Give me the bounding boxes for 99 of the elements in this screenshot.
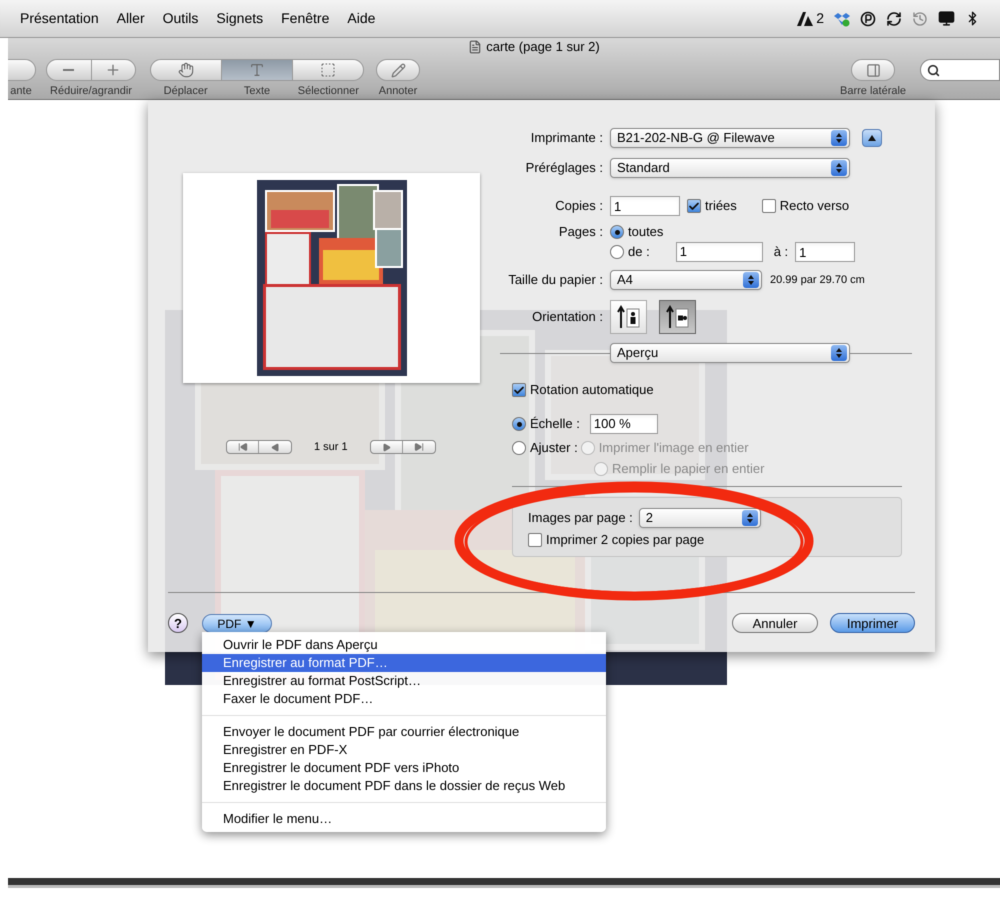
- menu-item[interactable]: Enregistrer en PDF-X: [202, 741, 606, 759]
- text-tool-icon: [249, 62, 265, 78]
- tool-segment[interactable]: [221, 60, 292, 80]
- toolbar-label: Annoter: [378, 84, 418, 99]
- radio-label: de :: [628, 243, 650, 262]
- first-page-icon: [238, 442, 248, 452]
- logo-icon: [797, 12, 814, 26]
- radio-button[interactable]: [610, 225, 624, 239]
- portrait-icon: [616, 305, 642, 329]
- search-icon: [927, 64, 940, 76]
- panel-popup[interactable]: Aperçu: [610, 343, 850, 363]
- landscape-icon: [664, 305, 690, 329]
- stepper-icon: [742, 510, 758, 526]
- sidebar-button[interactable]: [851, 59, 896, 81]
- toolbar-button[interactable]: [8, 59, 36, 81]
- paper-size-popup[interactable]: A4: [610, 270, 762, 290]
- scale-field[interactable]: 100 %: [590, 414, 658, 434]
- menu-item[interactable]: Enregistrer le document PDF vers iPhoto: [202, 759, 606, 777]
- to-page-field[interactable]: 1: [795, 242, 856, 262]
- copies-field[interactable]: 1: [610, 196, 680, 216]
- checkbox[interactable]: [528, 533, 542, 547]
- left-triangle-icon: [270, 442, 280, 452]
- menu-item[interactable]: Outils: [162, 8, 198, 29]
- field-label: Orientation :: [531, 308, 603, 326]
- field-label: Taille du papier :: [507, 271, 603, 290]
- annotate-button[interactable]: [376, 59, 420, 81]
- menu-item[interactable]: Enregistrer le document PDF dans le dossier de reçus Web: [202, 777, 606, 795]
- menu-item[interactable]: Aide: [347, 8, 376, 29]
- menu-item[interactable]: Enregistrer au format PDF…: [202, 654, 606, 672]
- checkbox-label: Imprimer 2 copies par page: [546, 531, 704, 550]
- menu-item[interactable]: Enregistrer au format PostScript…: [202, 672, 606, 690]
- field-label: Imprimante :: [530, 129, 603, 148]
- stepper-icon: [831, 130, 847, 146]
- radio-label: Remplir le papier en entier: [612, 460, 764, 478]
- orientation-button[interactable]: [659, 300, 696, 334]
- up-triangle-icon: [868, 135, 876, 141]
- toolbar-label: ante: [10, 84, 32, 99]
- menu-item[interactable]: Signets: [216, 8, 264, 29]
- field-label: Images par page :: [528, 509, 633, 528]
- sync-icon[interactable]: [886, 10, 902, 26]
- hand-icon: [178, 62, 194, 78]
- right-triangle-icon: [382, 442, 391, 452]
- field-label: Copies :: [554, 197, 603, 216]
- field-label: à :: [774, 243, 788, 262]
- last-page-icon: [414, 442, 424, 452]
- menu-item[interactable]: Fenêtre: [281, 8, 330, 29]
- toolbar-label: Réduire/agrandir: [50, 84, 132, 99]
- cancel-button[interactable]: Annuler: [732, 613, 818, 633]
- window-title: carte (page 1 sur 2): [486, 38, 600, 56]
- radio-label: Imprimer l'image en entier: [598, 439, 749, 458]
- page-indicator: 1 sur 1: [314, 440, 348, 455]
- search-field[interactable]: [920, 59, 1000, 81]
- field-label: Pages :: [558, 223, 603, 242]
- checkbox[interactable]: [762, 199, 776, 213]
- field-label: Préréglages :: [524, 159, 603, 178]
- paper-dimensions: 20.99 par 29.70 cm: [770, 272, 865, 288]
- radio-button[interactable]: [512, 417, 526, 431]
- checkbox-label: Recto verso: [780, 197, 850, 216]
- menu-item[interactable]: Faxer le document PDF…: [202, 690, 606, 708]
- toolbar-label: Texte: [244, 84, 270, 99]
- menu-item[interactable]: Aller: [116, 8, 145, 29]
- minus-icon: [63, 69, 74, 71]
- display-icon[interactable]: [938, 10, 955, 27]
- checkbox-label: triées: [705, 197, 737, 216]
- document-icon: [468, 40, 482, 54]
- radio-button[interactable]: [512, 441, 526, 455]
- help-button[interactable]: ?: [168, 613, 188, 633]
- pencil-icon: [390, 62, 406, 78]
- checkbox[interactable]: [687, 199, 701, 213]
- selection-icon: [320, 62, 336, 78]
- print-button[interactable]: Imprimer: [830, 613, 915, 633]
- presets-popup[interactable]: Standard: [610, 158, 850, 178]
- radio-label: Ajuster :: [530, 439, 578, 458]
- menu-item[interactable]: Présentation: [20, 8, 99, 29]
- checkbox[interactable]: [512, 383, 526, 397]
- radio-label: toutes: [628, 223, 664, 242]
- toolbar-label: Déplacer: [164, 84, 208, 99]
- circle-p-icon: [860, 10, 876, 26]
- stepper-icon: [743, 272, 759, 288]
- radio-button[interactable]: [610, 245, 624, 259]
- checkbox-label: Rotation automatique: [530, 381, 654, 400]
- stepper-icon: [831, 160, 847, 176]
- disclosure-button[interactable]: [862, 129, 882, 147]
- pdf-button[interactable]: PDF ▼: [202, 614, 272, 632]
- box-icon: [834, 10, 850, 26]
- toolbar-label: Sélectionner: [298, 84, 359, 99]
- toolbar-label: Barre latérale: [840, 84, 906, 99]
- sidebar-icon: [866, 62, 881, 78]
- menu-item[interactable]: Envoyer le document PDF par courrier électronique: [202, 723, 606, 741]
- menu-item[interactable]: Ouvrir le PDF dans Aperçu: [202, 636, 606, 654]
- menu-item[interactable]: Modifier le menu…: [202, 810, 606, 828]
- images-per-page-popup[interactable]: 2: [638, 508, 761, 528]
- orientation-button[interactable]: [610, 300, 647, 334]
- stepper-icon: [831, 345, 847, 361]
- radio-label: Échelle :: [530, 415, 580, 434]
- status-count: 2: [816, 9, 824, 28]
- printer-popup[interactable]: B21-202-NB-G @ Filewave: [610, 128, 850, 148]
- history-icon[interactable]: [912, 10, 928, 26]
- from-page-field[interactable]: 1: [676, 242, 763, 262]
